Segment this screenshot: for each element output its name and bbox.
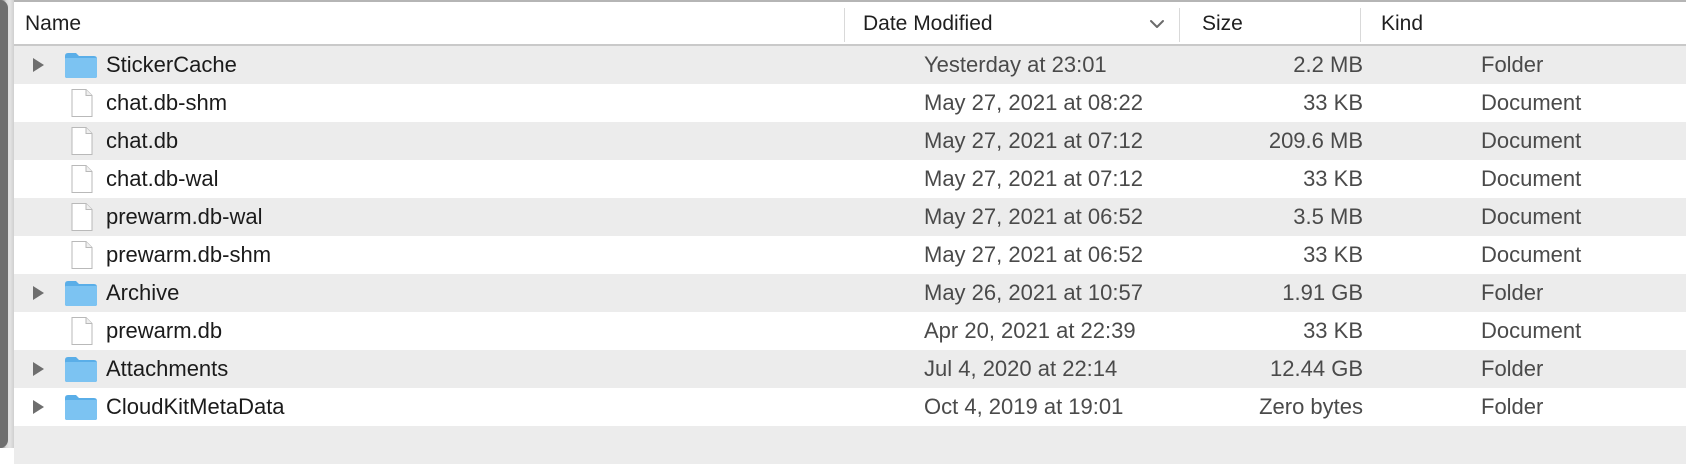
folder-icon xyxy=(65,357,97,382)
file-date-modified: Oct 4, 2019 at 19:01 xyxy=(924,394,1124,419)
chevron-down-icon[interactable] xyxy=(1149,17,1165,31)
document-icon xyxy=(71,317,93,345)
column-header-kind[interactable]: Kind xyxy=(1361,2,1686,46)
file-date-modified: May 27, 2021 at 08:22 xyxy=(924,90,1143,115)
file-size: 33 KB xyxy=(1303,90,1363,115)
file-name: prewarm.db xyxy=(106,318,223,343)
file-name: chat.db-wal xyxy=(106,166,219,191)
file-kind: Document xyxy=(1481,204,1582,229)
file-list: StickerCache Yesterday at 23:01 2.2 MB F… xyxy=(14,46,1686,464)
file-row[interactable]: prewarm.db-shm May 27, 2021 at 06:52 33 … xyxy=(14,236,1686,274)
document-icon xyxy=(71,127,93,155)
window-edge xyxy=(0,0,14,448)
disclosure-triangle-icon[interactable] xyxy=(30,399,46,415)
file-row[interactable]: chat.db-wal May 27, 2021 at 07:12 33 KB … xyxy=(14,160,1686,198)
document-icon xyxy=(71,203,93,231)
file-kind: Document xyxy=(1481,242,1582,267)
disclosure-triangle-icon[interactable] xyxy=(30,361,46,377)
file-size: 2.2 MB xyxy=(1293,52,1363,77)
file-size: 3.5 MB xyxy=(1293,204,1363,229)
column-header-kind-label: Kind xyxy=(1381,12,1424,35)
file-row[interactable]: prewarm.db-wal May 27, 2021 at 06:52 3.5… xyxy=(14,198,1686,236)
file-row[interactable]: Attachments Jul 4, 2020 at 22:14 12.44 G… xyxy=(14,350,1686,388)
file-date-modified: May 26, 2021 at 10:57 xyxy=(924,280,1143,305)
file-date-modified: Apr 20, 2021 at 22:39 xyxy=(924,318,1136,343)
file-size: 33 KB xyxy=(1303,318,1363,343)
file-size: 12.44 GB xyxy=(1270,356,1363,381)
folder-icon xyxy=(65,281,97,306)
column-header-date-label: Date Modified xyxy=(863,12,993,35)
file-row[interactable]: Archive May 26, 2021 at 10:57 1.91 GB Fo… xyxy=(14,274,1686,312)
file-size: 209.6 MB xyxy=(1268,128,1363,153)
file-name: chat.db-shm xyxy=(106,90,228,115)
column-header-size[interactable]: Size xyxy=(1180,2,1360,46)
file-date-modified: May 27, 2021 at 07:12 xyxy=(924,166,1143,191)
document-icon xyxy=(71,165,93,193)
file-kind: Folder xyxy=(1481,356,1544,381)
file-name: StickerCache xyxy=(106,52,237,77)
file-date-modified: May 27, 2021 at 06:52 xyxy=(924,204,1143,229)
file-kind: Document xyxy=(1481,90,1582,115)
file-size: 33 KB xyxy=(1303,242,1363,267)
column-header-date-modified[interactable]: Date Modified xyxy=(845,2,1179,46)
document-icon xyxy=(71,241,93,269)
column-header-name[interactable]: Name xyxy=(14,2,844,46)
file-date-modified: Yesterday at 23:01 xyxy=(924,52,1107,77)
window-edge-notch xyxy=(0,0,8,448)
file-kind: Document xyxy=(1481,128,1582,153)
file-row[interactable]: chat.db-shm May 27, 2021 at 08:22 33 KB … xyxy=(14,84,1686,122)
column-header-name-label: Name xyxy=(25,12,82,35)
folder-icon xyxy=(65,53,97,78)
file-row[interactable]: CloudKitMetaData Oct 4, 2019 at 19:01 Ze… xyxy=(14,388,1686,426)
file-kind: Document xyxy=(1481,318,1582,343)
disclosure-triangle-icon[interactable] xyxy=(30,285,46,301)
document-icon xyxy=(71,89,93,117)
file-name: CloudKitMetaData xyxy=(106,394,285,419)
file-date-modified: May 27, 2021 at 07:12 xyxy=(924,128,1143,153)
file-name: prewarm.db-wal xyxy=(106,204,263,229)
file-name: chat.db xyxy=(106,128,179,153)
file-date-modified: May 27, 2021 at 06:52 xyxy=(924,242,1143,267)
column-header-size-label: Size xyxy=(1202,12,1243,35)
file-name: Archive xyxy=(106,280,180,305)
folder-icon xyxy=(65,395,97,420)
disclosure-triangle-icon[interactable] xyxy=(30,57,46,73)
empty-row xyxy=(14,426,1686,464)
file-size: 1.91 GB xyxy=(1282,280,1363,305)
file-row[interactable]: prewarm.db Apr 20, 2021 at 22:39 33 KB D… xyxy=(14,312,1686,350)
file-size: Zero bytes xyxy=(1259,394,1363,419)
file-size: 33 KB xyxy=(1303,166,1363,191)
file-date-modified: Jul 4, 2020 at 22:14 xyxy=(924,356,1118,381)
column-header-bar: Name Date Modified Size Kind xyxy=(14,0,1686,46)
file-row[interactable]: StickerCache Yesterday at 23:01 2.2 MB F… xyxy=(14,46,1686,84)
file-kind: Folder xyxy=(1481,280,1544,305)
file-name: prewarm.db-shm xyxy=(106,242,272,267)
file-kind: Document xyxy=(1481,166,1582,191)
file-kind: Folder xyxy=(1481,52,1544,77)
file-name: Attachments xyxy=(106,356,229,381)
file-kind: Folder xyxy=(1481,394,1544,419)
file-row[interactable]: chat.db May 27, 2021 at 07:12 209.6 MB D… xyxy=(14,122,1686,160)
